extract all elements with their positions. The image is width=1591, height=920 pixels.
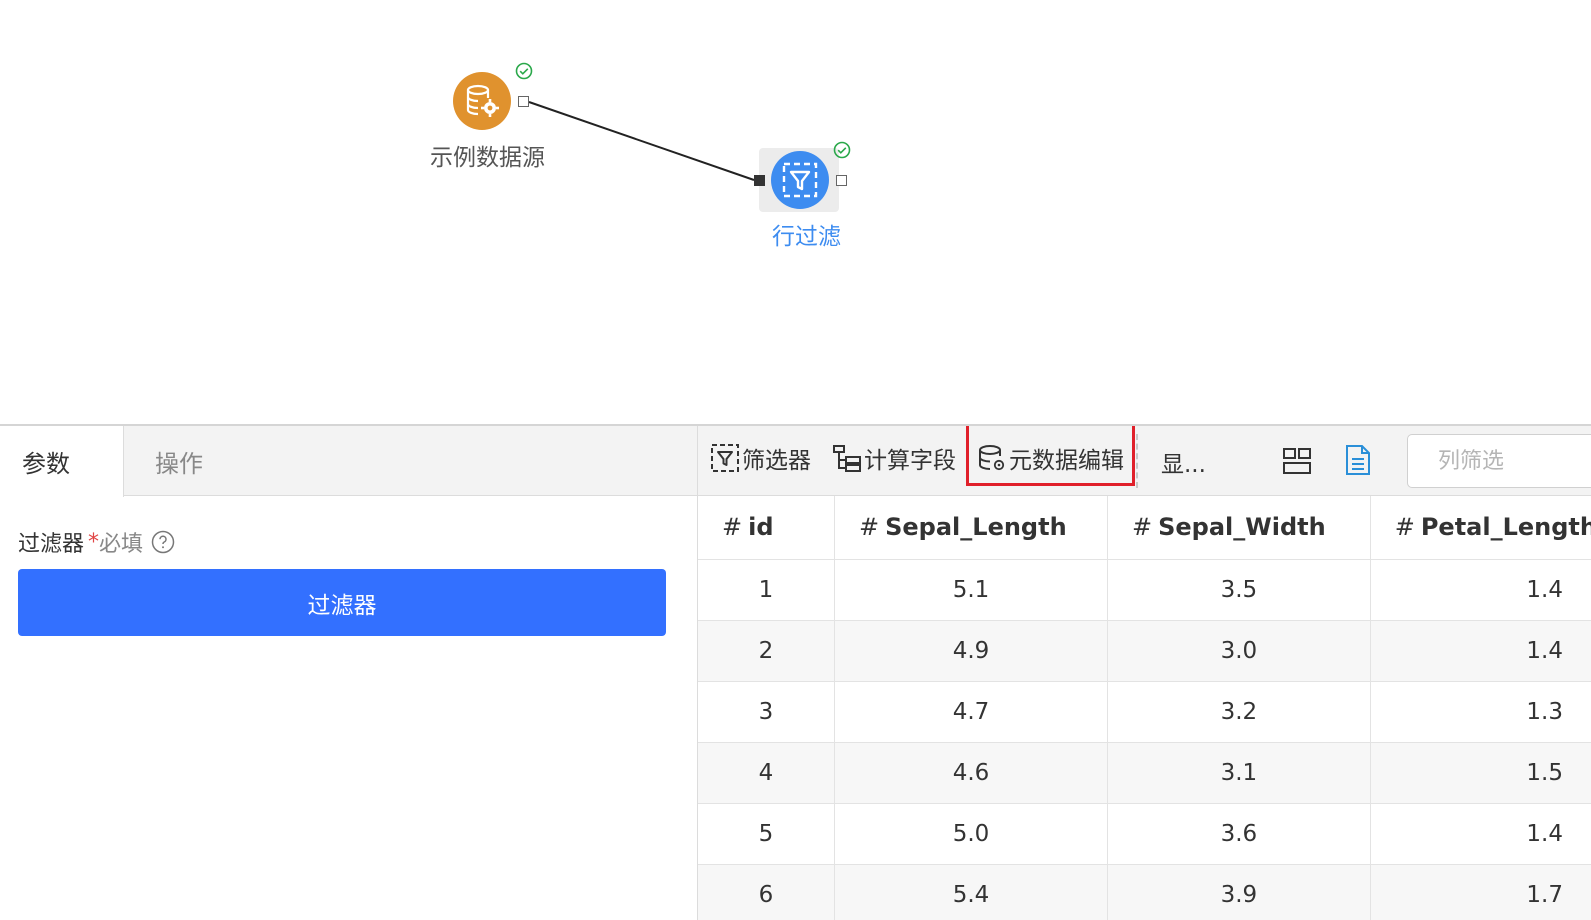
- tool-label: 显...: [1161, 452, 1206, 478]
- data-table-container[interactable]: # id # Sepal_Length # Sepal_Width # Petal_Le…: [698, 496, 1591, 920]
- column-header-petal-length[interactable]: # Petal_Length: [1370, 496, 1591, 560]
- tab-label: 操作: [155, 449, 203, 478]
- table-cell: 2: [698, 620, 835, 682]
- success-check-icon: [833, 141, 851, 159]
- help-icon[interactable]: [151, 530, 175, 554]
- display-button[interactable]: 显...: [1161, 430, 1206, 494]
- connection-edge[interactable]: [528, 101, 755, 181]
- column-filter-input[interactable]: [1407, 434, 1591, 488]
- table-cell: 6: [698, 864, 835, 920]
- tool-label: 计算字段: [864, 448, 956, 474]
- table-cell: 3.0: [1107, 620, 1371, 682]
- table-row[interactable]: 3 4.7 3.2 1.3: [698, 681, 1591, 743]
- document-icon[interactable]: [1344, 444, 1372, 476]
- tab-parameters[interactable]: 参数: [0, 426, 124, 497]
- bottom-panel: 参数 操作 过滤器 * 必填 过滤器 筛选器 计算字段 元数据编辑 显... 列…: [0, 424, 1591, 920]
- table-cell: 4.6: [834, 742, 1108, 804]
- edge-layer: [528, 101, 755, 181]
- table-row[interactable]: 4 4.6 3.1 1.5: [698, 742, 1591, 804]
- parameters-panel: 参数 操作 过滤器 * 必填 过滤器: [0, 426, 697, 920]
- table-cell: 3.9: [1107, 864, 1371, 920]
- table-cell: 5.1: [834, 559, 1108, 621]
- table-cell: 5: [698, 803, 835, 865]
- preview-toolbar: 筛选器 计算字段 元数据编辑 显... 列筛选: [698, 426, 1591, 496]
- tab-label: 参数: [22, 450, 70, 478]
- table-cell: 3.6: [1107, 803, 1371, 865]
- database-gear-icon: [979, 445, 1005, 471]
- tool-label: 筛选器: [742, 448, 811, 474]
- table-cell: 1.5: [1370, 742, 1591, 804]
- panel-tabs: 参数 操作: [0, 426, 697, 497]
- required-mark: *: [88, 529, 100, 555]
- input-port[interactable]: [754, 175, 765, 186]
- table-cell: 4.7: [834, 681, 1108, 743]
- calc-field-icon: [833, 445, 861, 472]
- calc-field-button[interactable]: 计算字段: [832, 426, 956, 490]
- table-cell: 1.4: [1370, 559, 1591, 621]
- table-cell: 5.4: [834, 864, 1108, 920]
- tab-operations[interactable]: 操作: [133, 426, 203, 496]
- success-check-icon: [515, 62, 533, 80]
- filter-button[interactable]: 过滤器: [18, 569, 666, 636]
- layout-grid-icon[interactable]: [1282, 446, 1312, 476]
- column-header-sepal-width[interactable]: # Sepal_Width: [1107, 496, 1371, 560]
- table-cell: 3.1: [1107, 742, 1371, 804]
- table-cell: 4: [698, 742, 835, 804]
- table-cell: 1.7: [1370, 864, 1591, 920]
- filter-field-label: 过滤器 * 必填: [18, 526, 175, 558]
- output-port[interactable]: [836, 175, 847, 186]
- table-row[interactable]: 5 5.0 3.6 1.4: [698, 803, 1591, 865]
- node-label: 行过滤: [772, 224, 841, 250]
- table-cell: 1: [698, 559, 835, 621]
- column-header-id[interactable]: # id: [698, 496, 835, 560]
- tool-label: 元数据编辑: [1009, 448, 1124, 474]
- table-header-row: # id # Sepal_Length # Sepal_Width # Petal_Le…: [698, 496, 1591, 560]
- table-cell: 1.4: [1370, 620, 1591, 682]
- table-cell: 3: [698, 681, 835, 743]
- required-text: 必填: [99, 532, 144, 557]
- table-cell: 3.5: [1107, 559, 1371, 621]
- database-gear-icon: [453, 72, 511, 130]
- filter-tool-button[interactable]: 筛选器: [710, 426, 811, 490]
- table-row[interactable]: 6 5.4 3.9 1.7: [698, 864, 1591, 920]
- table-cell: 4.9: [834, 620, 1108, 682]
- table-cell: 5.0: [834, 803, 1108, 865]
- output-port[interactable]: [518, 96, 529, 107]
- filter-icon: [771, 151, 829, 209]
- workflow-editor: 示例数据源 行过滤 参数 操作 过滤器 * 必填 过滤器 筛选器 计算字段 元数…: [0, 0, 1591, 920]
- metadata-edit-button[interactable]: 元数据编辑: [977, 426, 1124, 490]
- data-table: # id # Sepal_Length # Sepal_Width # Petal_Le…: [698, 496, 1591, 920]
- table-cell: 1.3: [1370, 681, 1591, 743]
- table-row[interactable]: 2 4.9 3.0 1.4: [698, 620, 1591, 682]
- node-label: 示例数据源: [430, 145, 545, 171]
- field-name: 过滤器: [18, 532, 85, 557]
- table-cell: 1.4: [1370, 803, 1591, 865]
- filter-icon: [711, 444, 739, 472]
- table-cell: 3.2: [1107, 681, 1371, 743]
- column-header-sepal-length[interactable]: # Sepal_Length: [834, 496, 1108, 560]
- workflow-canvas[interactable]: 示例数据源 行过滤: [0, 0, 1591, 424]
- toolbar-divider: [1136, 434, 1138, 488]
- table-row[interactable]: 1 5.1 3.5 1.4: [698, 559, 1591, 621]
- data-preview-panel: 筛选器 计算字段 元数据编辑 显... 列筛选 # id # Sepal_Len…: [697, 426, 1591, 920]
